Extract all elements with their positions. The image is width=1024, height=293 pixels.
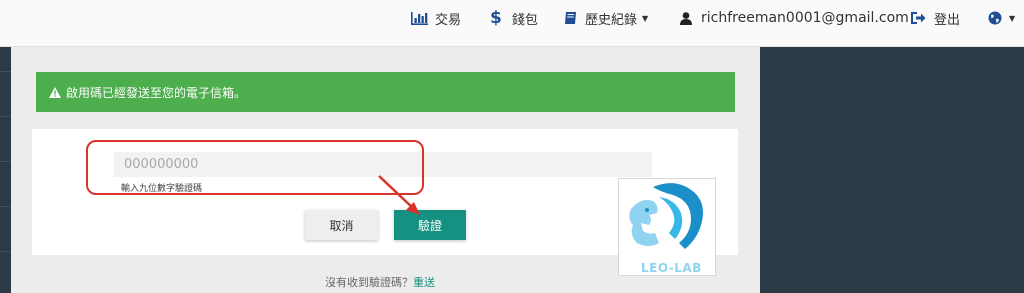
nav-wallet[interactable]: $ 錢包 (490, 0, 538, 36)
top-navbar: 交易 $ 錢包 歷史紀錄 ▼ richfreeman0001@gmail.com (0, 0, 1024, 47)
verify-button[interactable]: 驗證 (394, 210, 466, 240)
resend-prompt: 沒有收到驗證碼？重送 (0, 274, 760, 290)
lion-head-icon (629, 183, 703, 249)
nav-user-account[interactable]: richfreeman0001@gmail.com (680, 0, 909, 36)
nav-language-dropdown[interactable]: ▼ (988, 0, 1015, 36)
left-sidebar-strip (0, 47, 11, 293)
user-email: richfreeman0001@gmail.com (701, 10, 909, 26)
logo-text: LEO-LAB (641, 261, 702, 275)
sign-out-icon (911, 12, 926, 24)
nav-wallet-label: 錢包 (511, 12, 538, 28)
globe-icon (988, 11, 1002, 25)
success-alert: 啟用碼已經發送至您的電子信箱。 (36, 72, 735, 112)
user-icon (680, 11, 692, 25)
leo-lab-logo: LEO-LAB (618, 178, 716, 276)
resend-link[interactable]: 重送 (413, 276, 435, 289)
nav-logout-label: 登出 (934, 12, 961, 28)
bar-chart-icon (411, 11, 428, 25)
nav-logout[interactable]: 登出 (911, 0, 960, 36)
warning-icon (49, 86, 61, 98)
nav-trade-label: 交易 (435, 12, 462, 28)
right-side-panel (760, 47, 1024, 293)
cancel-button[interactable]: 取消 (305, 210, 378, 240)
alert-message: 啟用碼已經發送至您的電子信箱。 (66, 85, 247, 100)
chevron-down-icon: ▼ (1009, 13, 1016, 23)
verification-code-input[interactable] (114, 152, 652, 177)
nav-history-label: 歷史紀錄 (585, 12, 638, 28)
chevron-down-icon: ▼ (642, 13, 649, 23)
book-icon (564, 11, 578, 25)
code-hint: 輸入九位數字驗證碼 (121, 184, 203, 194)
dollar-icon: $ (490, 8, 502, 28)
nav-history-dropdown[interactable]: 歷史紀錄 ▼ (564, 0, 648, 36)
nav-trade[interactable]: 交易 (411, 0, 461, 36)
resend-question: 沒有收到驗證碼？ (325, 276, 413, 289)
